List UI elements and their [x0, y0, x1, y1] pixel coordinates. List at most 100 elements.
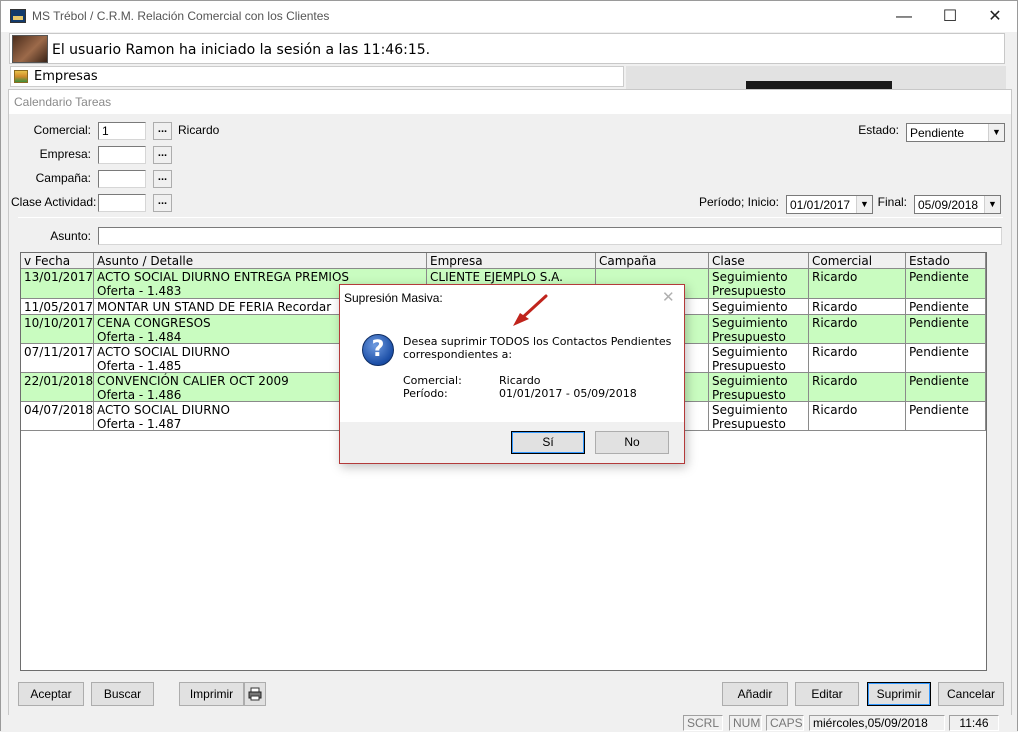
- annotation-arrow-icon: [513, 294, 548, 326]
- cell-fecha: 10/10/2017: [21, 315, 94, 344]
- editar-button[interactable]: Editar: [795, 682, 859, 706]
- cell-fecha: 13/01/2017: [21, 269, 94, 299]
- clase-text: Seguimiento: [712, 316, 788, 330]
- cell-clase: Seguimiento Presupuesto: [709, 373, 809, 402]
- imprimir-button[interactable]: Imprimir: [179, 682, 244, 706]
- calendar-title-bar: Calendario Tareas: [9, 90, 1011, 114]
- asunto-label: Asunto:: [50, 229, 91, 243]
- chevron-down-icon[interactable]: ▼: [984, 196, 1000, 213]
- periodo-inicio-value: 01/01/2017: [790, 198, 851, 212]
- app-icon: [10, 9, 26, 23]
- dialog-message-line-2: correspondientes a:: [403, 348, 513, 361]
- chevron-down-icon[interactable]: ▼: [988, 124, 1004, 141]
- periodo-inicio-date[interactable]: 01/01/2017 ▼: [786, 195, 873, 214]
- cell-estado: Pendiente: [906, 402, 986, 431]
- session-banner: El usuario Ramon ha iniciado la sesión a…: [9, 33, 1005, 64]
- chevron-down-icon[interactable]: ▼: [856, 196, 872, 213]
- books-icon: [14, 70, 28, 83]
- printer-icon: [248, 687, 262, 701]
- cell-fecha: 07/11/2017: [21, 344, 94, 373]
- campana-field[interactable]: [98, 170, 146, 188]
- status-bar: SCRL NUM CAPS miércoles,05/09/2018 11:46: [1, 715, 1017, 732]
- cell-clase: Seguimiento Presupuesto: [709, 269, 809, 299]
- cell-estado: Pendiente: [906, 299, 986, 315]
- cell-fecha: 04/07/2018: [21, 402, 94, 431]
- final-value: 05/09/2018: [918, 198, 979, 212]
- empresas-tab[interactable]: Empresas: [10, 66, 624, 87]
- close-button[interactable]: ✕: [972, 1, 1018, 32]
- minimize-button[interactable]: —: [881, 1, 927, 32]
- form-separator: [18, 217, 1003, 218]
- final-label: Final:: [877, 195, 907, 209]
- cell-fecha: 11/05/2017: [21, 299, 94, 315]
- maximize-button[interactable]: ☐: [927, 1, 973, 32]
- dialog-periodo-label: Período:: [403, 387, 448, 400]
- clase-actividad-field[interactable]: [98, 194, 146, 212]
- clase-detail-text: Presupuesto: [712, 330, 786, 344]
- clase-text: Seguimiento: [712, 270, 788, 284]
- cell-clase: Seguimiento Presupuesto: [709, 315, 809, 344]
- buscar-button[interactable]: Buscar: [91, 682, 154, 706]
- asunto-text: ACTO SOCIAL DIURNO ENTREGA PREMIOS: [97, 270, 350, 284]
- dialog-close-button[interactable]: ✕: [662, 288, 675, 306]
- campana-label: Campaña:: [35, 171, 91, 185]
- clase-detail-text: Presupuesto: [712, 359, 786, 373]
- final-date[interactable]: 05/09/2018 ▼: [914, 195, 1001, 214]
- avatar: [12, 35, 48, 63]
- column-header-clase[interactable]: Clase: [709, 253, 809, 269]
- window-title: MS Trébol / C.R.M. Relación Comercial co…: [32, 9, 330, 23]
- anadir-button[interactable]: Añadir: [722, 682, 788, 706]
- empresas-label: Empresas: [34, 69, 98, 84]
- print-button[interactable]: [244, 682, 266, 706]
- no-button[interactable]: No: [595, 431, 669, 454]
- empresa-field[interactable]: [98, 146, 146, 164]
- yes-button[interactable]: Sí: [511, 431, 585, 454]
- title-bar: MS Trébol / C.R.M. Relación Comercial co…: [1, 1, 1017, 32]
- question-icon: ?: [362, 334, 394, 366]
- comercial-code-field[interactable]: 1: [98, 122, 146, 140]
- column-header-estado[interactable]: Estado: [906, 253, 986, 269]
- empresa-lookup-button[interactable]: ...: [153, 146, 172, 164]
- cancelar-button[interactable]: Cancelar: [938, 682, 1004, 706]
- scroll-lock-indicator: SCRL: [683, 715, 723, 731]
- empresa-label: Empresa:: [39, 147, 91, 161]
- dialog-title: Supresión Masiva:: [344, 291, 443, 305]
- cell-estado: Pendiente: [906, 269, 986, 299]
- clase-text: Seguimiento: [712, 403, 788, 417]
- aceptar-button[interactable]: Aceptar: [18, 682, 84, 706]
- cell-comercial: Ricardo: [809, 269, 906, 299]
- column-header-fecha[interactable]: v Fecha: [21, 253, 94, 269]
- cell-estado: Pendiente: [906, 315, 986, 344]
- column-header-empresa[interactable]: Empresa: [427, 253, 596, 269]
- clase-detail-text: Presupuesto: [712, 388, 786, 402]
- num-lock-indicator: NUM: [729, 715, 762, 731]
- campana-lookup-button[interactable]: ...: [153, 170, 172, 188]
- cell-fecha: 22/01/2018: [21, 373, 94, 402]
- comercial-lookup-button[interactable]: ...: [153, 122, 172, 140]
- suprimir-button[interactable]: Suprimir: [867, 682, 931, 706]
- clase-text: Seguimiento: [712, 345, 788, 359]
- clase-actividad-label: Clase Actividad:: [11, 195, 97, 209]
- clase-detail-text: Presupuesto: [712, 284, 786, 298]
- dialog-footer: Sí No: [340, 422, 684, 463]
- cell-comercial: Ricardo: [809, 315, 906, 344]
- column-header-campana[interactable]: Campaña: [596, 253, 709, 269]
- cell-clase: Seguimiento Presupuesto: [709, 402, 809, 431]
- cell-clase: Seguimiento Presupuesto: [709, 344, 809, 373]
- caps-lock-indicator: CAPS: [766, 715, 804, 731]
- calendar-title: Calendario Tareas: [14, 95, 112, 109]
- estado-label: Estado:: [858, 123, 899, 137]
- clase-actividad-lookup-button[interactable]: ...: [153, 194, 172, 212]
- column-header-comercial[interactable]: Comercial: [809, 253, 906, 269]
- cell-comercial: Ricardo: [809, 402, 906, 431]
- estado-select[interactable]: Pendiente ▼: [906, 123, 1005, 142]
- comercial-name: Ricardo: [178, 123, 220, 137]
- clase-text: Seguimiento: [712, 374, 788, 388]
- cell-comercial: Ricardo: [809, 299, 906, 315]
- column-header-asunto[interactable]: Asunto / Detalle: [94, 253, 427, 269]
- dialog-comercial-value: Ricardo: [499, 374, 541, 387]
- dialog-periodo-value: 01/01/2017 - 05/09/2018: [499, 387, 637, 400]
- estado-value: Pendiente: [910, 126, 965, 140]
- status-time: 11:46: [949, 715, 999, 731]
- asunto-field[interactable]: [98, 227, 1002, 245]
